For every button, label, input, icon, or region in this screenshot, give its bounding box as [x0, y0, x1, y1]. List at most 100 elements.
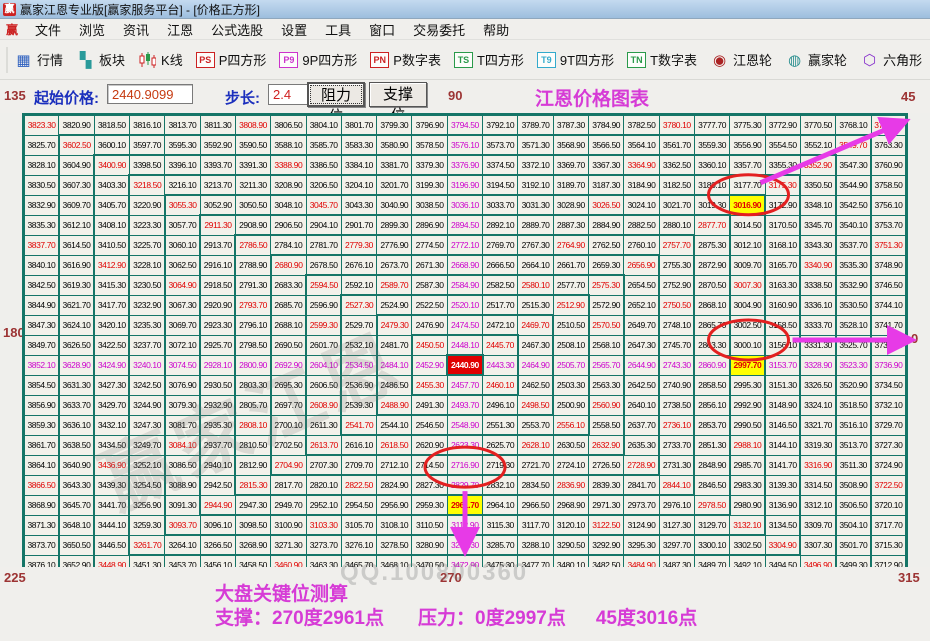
grid-cell[interactable]: 2486.50 [375, 374, 413, 396]
grid-cell[interactable]: 3525.70 [834, 334, 873, 356]
grid-cell[interactable]: 2649.70 [622, 314, 661, 336]
grid-cell[interactable]: 3256.90 [128, 494, 166, 516]
grid-cell[interactable]: 3007.30 [728, 274, 767, 296]
grid-cell[interactable]: 3355.30 [764, 154, 801, 176]
grid-cell[interactable]: 3117.70 [517, 514, 554, 536]
grid-cell[interactable]: 2820.10 [305, 474, 342, 496]
grid-cell[interactable]: 3576.10 [446, 134, 484, 156]
grid-cell[interactable]: 3105.70 [340, 514, 378, 536]
grid-cell[interactable]: 3331.30 [799, 334, 837, 356]
grid-cell[interactable]: 3336.10 [799, 294, 837, 316]
grid-cell[interactable]: 3765.70 [870, 114, 907, 136]
grid-cell[interactable]: 3794.50 [446, 114, 484, 136]
grid-cell[interactable]: 2728.90 [623, 454, 661, 476]
grid-cell[interactable]: 3350.50 [799, 174, 837, 196]
grid-cell[interactable]: 2644.90 [622, 354, 661, 376]
grid-cell[interactable]: 2448.10 [446, 334, 484, 356]
grid-cell[interactable]: 2956.90 [376, 494, 413, 516]
grid-cell[interactable]: 2560.90 [587, 394, 625, 416]
grid-cell[interactable]: 3252.10 [128, 454, 166, 476]
grid-cell[interactable]: 3158.50 [764, 314, 802, 336]
grid-cell[interactable]: 3547.30 [834, 154, 873, 176]
grid-cell[interactable]: 3537.70 [834, 234, 873, 256]
grid-cell[interactable]: 2546.50 [411, 414, 448, 436]
grid-cell[interactable]: 3285.70 [482, 534, 519, 556]
grid-cell[interactable]: 3554.50 [764, 134, 801, 156]
grid-cell[interactable]: 3096.10 [199, 514, 236, 536]
grid-cell[interactable]: 2954.50 [340, 494, 378, 516]
grid-cell[interactable]: 2587.30 [411, 274, 448, 296]
grid-cell[interactable]: 2985.70 [728, 454, 767, 476]
grid-cell[interactable]: 3076.90 [163, 374, 202, 396]
grid-cell[interactable]: 2762.50 [587, 234, 625, 256]
grid-cell[interactable]: 2964.10 [482, 494, 519, 516]
grid-cell[interactable]: 3074.50 [163, 354, 202, 376]
grid-cell[interactable]: 2719.30 [482, 454, 519, 476]
grid-cell[interactable]: 3818.50 [93, 114, 130, 136]
grid-cell[interactable]: 3441.70 [93, 494, 131, 516]
grid-cell[interactable]: 2832.10 [482, 474, 519, 496]
grid-cell[interactable]: 2959.30 [411, 494, 448, 516]
grid-cell[interactable]: 3040.90 [376, 194, 413, 216]
grid-cell[interactable]: 2721.70 [517, 454, 554, 476]
grid-cell[interactable]: 2683.30 [269, 274, 308, 296]
grid-cell[interactable]: 3784.90 [587, 114, 625, 136]
grid-cell[interactable]: 2798.50 [234, 334, 272, 356]
grid-cell[interactable]: 2839.30 [587, 474, 625, 496]
grid-cell[interactable]: 3866.50 [22, 474, 60, 496]
grid-cell[interactable]: 2726.50 [587, 454, 625, 476]
grid-cell[interactable]: 3408.10 [93, 214, 131, 236]
grid-cell[interactable]: 2841.70 [623, 474, 660, 496]
grid-cell[interactable]: 3796.90 [411, 114, 448, 136]
grid-cell[interactable]: 3376.90 [446, 154, 484, 176]
grid-cell[interactable]: 2911.30 [199, 214, 236, 236]
grid-cell[interactable]: 2481.70 [375, 334, 413, 356]
grid-cell[interactable]: 3016.90 [729, 194, 767, 216]
grid-cell[interactable]: 3732.10 [870, 394, 907, 416]
grid-cell[interactable]: 2769.70 [482, 234, 519, 256]
grid-cell[interactable]: 2923.30 [199, 314, 237, 336]
grid-cell[interactable]: 2457.70 [446, 374, 484, 396]
grid-cell[interactable]: 2978.50 [693, 494, 731, 516]
grid-cell[interactable]: 3091.30 [163, 494, 202, 516]
grid-cell[interactable]: 3144.10 [764, 434, 802, 456]
grid-cell[interactable]: 3273.70 [305, 534, 342, 556]
grid-cell[interactable]: 3268.90 [234, 534, 272, 556]
grid-cell[interactable]: 3220.90 [128, 194, 166, 216]
toolbar-item-江恩轮[interactable]: ◉ 江恩轮 [710, 50, 772, 69]
grid-cell[interactable]: 3832.90 [22, 194, 60, 216]
grid-cell[interactable]: 2913.70 [199, 234, 237, 256]
grid-cell[interactable]: 2815.30 [234, 474, 272, 496]
grid-cell[interactable]: 3799.30 [376, 114, 413, 136]
grid-cell[interactable]: 2601.70 [304, 334, 343, 356]
grid-cell[interactable]: 3736.90 [870, 354, 907, 376]
grid-cell[interactable]: 3312.10 [799, 494, 837, 516]
grid-cell[interactable]: 2685.70 [269, 294, 308, 316]
grid-cell[interactable]: 3636.10 [57, 414, 96, 436]
grid-cell[interactable]: 2570.50 [587, 314, 625, 336]
grid-cell[interactable]: 2793.70 [234, 294, 272, 316]
grid-cell[interactable]: 3772.90 [764, 114, 801, 136]
grid-cell[interactable]: 2738.50 [658, 394, 696, 416]
grid-cell[interactable]: 3532.90 [834, 274, 873, 296]
grid-cell[interactable]: 3854.50 [22, 374, 60, 396]
grid-cell[interactable]: 2548.90 [446, 414, 484, 436]
resistance-button[interactable]: 阻力位 [307, 82, 365, 125]
grid-cell[interactable]: 2618.50 [376, 434, 413, 456]
grid-cell[interactable]: 3136.90 [764, 494, 802, 516]
grid-cell[interactable]: 2968.90 [552, 494, 590, 516]
grid-cell[interactable]: 3439.30 [93, 474, 131, 496]
grid-cell[interactable]: 3808.90 [234, 114, 272, 136]
grid-cell[interactable]: 3504.10 [834, 514, 873, 536]
grid-cell[interactable]: 3316.90 [799, 454, 837, 476]
grid-cell[interactable]: 2752.90 [658, 274, 696, 296]
grid-cell[interactable]: 2944.90 [199, 494, 236, 516]
grid-cell[interactable]: 3148.90 [764, 394, 802, 416]
grid-cell[interactable]: 3055.30 [163, 194, 201, 216]
grid-cell[interactable]: 2805.70 [234, 394, 272, 416]
grid-cell[interactable]: 2664.10 [517, 254, 554, 276]
grid-cell[interactable]: 3746.50 [870, 274, 907, 296]
grid-cell[interactable]: 2971.30 [587, 494, 625, 516]
grid-cell[interactable]: 2995.30 [728, 374, 767, 396]
grid-cell[interactable]: 2997.70 [728, 354, 767, 376]
